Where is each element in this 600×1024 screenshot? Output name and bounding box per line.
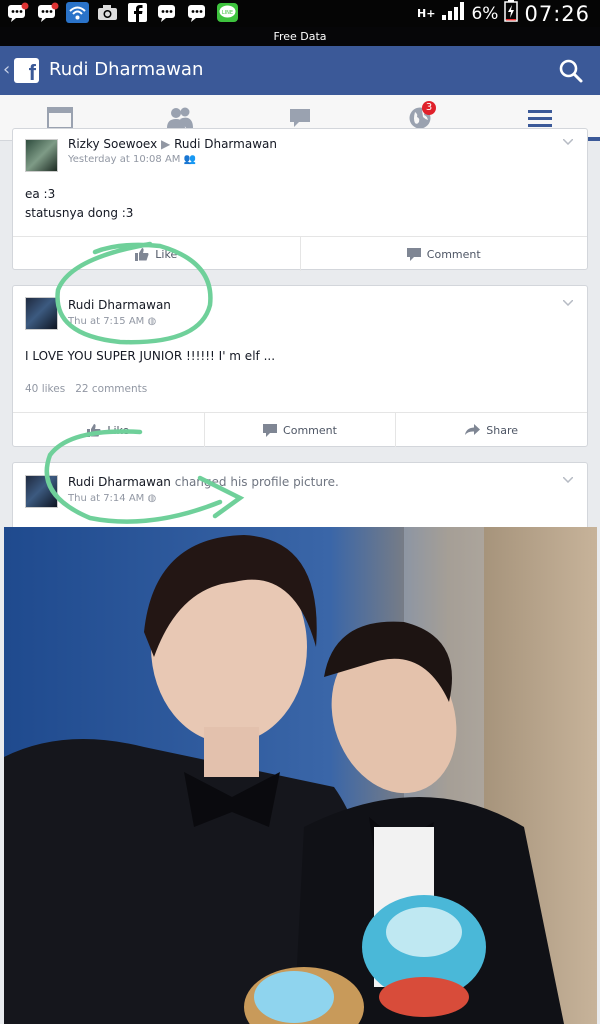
profile-picture-photo[interactable] bbox=[4, 527, 597, 1024]
green-arrow-annotation bbox=[44, 429, 245, 524]
